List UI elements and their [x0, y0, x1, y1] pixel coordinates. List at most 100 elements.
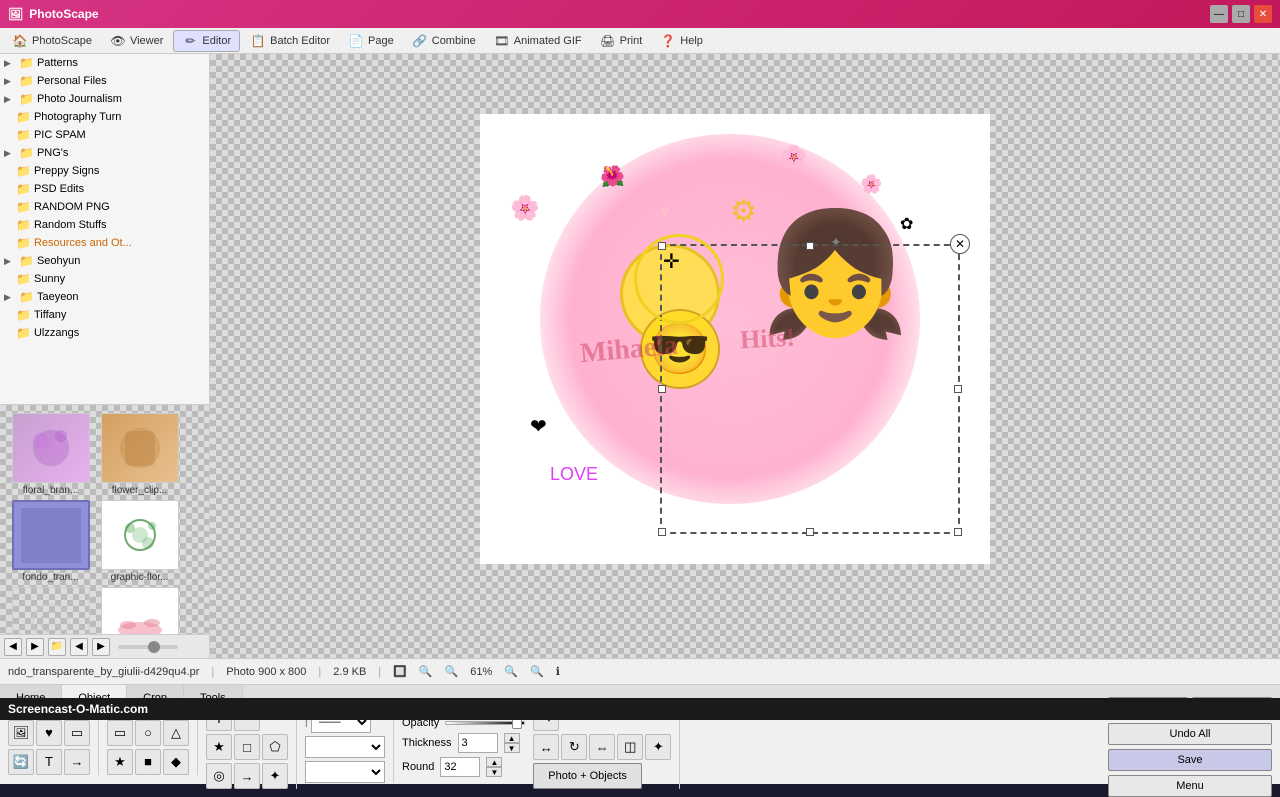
sidebar-item-personal-files[interactable]: ▶ 📁 Personal Files	[0, 72, 209, 90]
sidebar-item-photography-turn[interactable]: 📁 Photography Turn	[0, 108, 209, 126]
close-button[interactable]: ✕	[1254, 5, 1272, 23]
sidebar-item-preppy-signs[interactable]: 📁 Preppy Signs	[0, 162, 209, 180]
sidebar-item-resources[interactable]: 📁 Resources and Ot...	[0, 234, 209, 252]
round-down-btn[interactable]: ▼	[486, 767, 502, 777]
star5-btn[interactable]: ★	[206, 734, 232, 760]
sidebar-item-taeyeon[interactable]: ▶ 📁 Taeyeon	[0, 288, 209, 306]
text-tool-btn[interactable]: T	[36, 749, 62, 775]
menu-gif[interactable]: 🎞 Animated GIF	[486, 31, 590, 51]
move-tool-btn[interactable]: ↔	[533, 734, 559, 760]
canvas-area[interactable]: 😎 👧 Mihaela Hits! 🌸 🌺 🌸 🌸 ✿ ❤ LOVE ⚙ ♥ ✦	[210, 54, 1280, 658]
menu-print[interactable]: 🖨 Print	[592, 31, 651, 51]
thickness-label: Thickness	[402, 737, 452, 749]
sidebar-item-photo-journalism[interactable]: ▶ 📁 Photo Journalism	[0, 90, 209, 108]
thumb-nav-folder-btn[interactable]: 📁	[48, 638, 66, 656]
sidebar-item-tiffany[interactable]: 📁 Tiffany	[0, 306, 209, 324]
viewer-icon: 👁	[110, 33, 126, 49]
heart-tool-btn[interactable]: ♥	[36, 720, 62, 746]
sidebar-item-random-png[interactable]: 📁 RANDOM PNG	[0, 198, 209, 216]
sidebar-item-ulzzangs[interactable]: 📁 Ulzzangs	[0, 324, 209, 342]
menu-batch[interactable]: 📋 Batch Editor	[242, 31, 338, 51]
status-filename: ndo_transparente_by_giulii-d429qu4.pr	[8, 666, 199, 678]
combine-icon: 🔗	[412, 33, 428, 49]
thumbnail-area: floral_bran... flower_clip...	[0, 404, 209, 634]
thickness-input[interactable]	[458, 733, 498, 753]
circle-btn[interactable]: ○	[135, 720, 161, 746]
shape-tools-group: ▭ ○ △ ★ ■ ◆	[107, 720, 198, 775]
thumbnail-item-kiss[interactable]: kiss_png_b...	[97, 587, 182, 634]
color-picker-2[interactable]	[305, 761, 385, 783]
pentagon-btn[interactable]: ⬠	[262, 734, 288, 760]
round-spinner: ▲ ▼	[486, 757, 502, 777]
star-btn[interactable]: ★	[107, 749, 133, 775]
thumb-nav-arrow-right-btn[interactable]: ▶	[92, 638, 110, 656]
sidebar-item-psd-edits[interactable]: 📁 PSD Edits	[0, 180, 209, 198]
file-tree[interactable]: ▶ 📁 Patterns ▶ 📁 Personal Files ▶ 📁 Phot…	[0, 54, 209, 404]
sidebar-item-seohyun[interactable]: ▶ 📁 Seohyun	[0, 252, 209, 270]
menu-combine[interactable]: 🔗 Combine	[404, 31, 484, 51]
menu-editor[interactable]: ✏ Editor	[173, 30, 240, 52]
color-picker-1[interactable]	[305, 736, 385, 758]
arrow2-btn[interactable]: →	[234, 763, 260, 789]
menu-viewer[interactable]: 👁 Viewer	[102, 31, 171, 51]
rotate-tool-btn[interactable]: ↻	[561, 734, 587, 760]
photo-objects-button[interactable]: Photo + Objects	[533, 763, 642, 789]
menu-button[interactable]: Menu	[1108, 775, 1272, 797]
opacity-group: Opacity Thickness ▲ ▼ Round ▲ ▼	[402, 717, 525, 777]
sidebar-item-pngs[interactable]: ▶ 📁 PNG's	[0, 144, 209, 162]
round-input[interactable]	[440, 757, 480, 777]
menu-bar: 🏠 PhotoScape 👁 Viewer ✏ Editor 📋 Batch E…	[0, 28, 1280, 54]
app-title: PhotoScape	[29, 7, 98, 21]
triangle-btn[interactable]: △	[163, 720, 189, 746]
toolbar-content: 🖼 ♥ ▭ 🔄 T → ▭ ○ △ ★ ■ ◆	[0, 710, 1280, 784]
opacity-slider[interactable]	[445, 721, 525, 725]
menu-photoscope[interactable]: 🏠 PhotoScape	[4, 31, 100, 51]
sidebar-item-sunny[interactable]: 📁 Sunny	[0, 270, 209, 288]
photo-tool-btn[interactable]: 🖼	[8, 720, 34, 746]
circle2-btn[interactable]: ◎	[206, 763, 232, 789]
save-button[interactable]: Save	[1108, 749, 1272, 771]
thumb-nav-prev-btn[interactable]: ◀	[4, 638, 22, 656]
status-photo-size: Photo 900 x 800	[226, 666, 306, 678]
status-bar: ndo_transparente_by_giulii-d429qu4.pr | …	[0, 658, 1280, 684]
maximize-button[interactable]: □	[1232, 5, 1250, 23]
thickness-up-btn[interactable]: ▲	[504, 733, 520, 743]
round-up-btn[interactable]: ▲	[486, 757, 502, 767]
thumb-label-graphic: graphic-flor...	[111, 572, 169, 583]
status-icon-4: 🔍	[504, 665, 518, 678]
sidebar-item-pic-spam[interactable]: 📁 PIC SPAM	[0, 126, 209, 144]
rect-filled-btn[interactable]: ■	[135, 749, 161, 775]
thumb-nav-arrow-left-btn[interactable]: ◀	[70, 638, 88, 656]
thumbnail-item-floral[interactable]: floral_bran...	[8, 413, 93, 496]
rect-outline-btn[interactable]: ▭	[107, 720, 133, 746]
zoom-handle[interactable]	[148, 641, 160, 653]
status-icon-3: 🔍	[445, 665, 459, 678]
thumbnail-item-fondo[interactable]: fondo_tran...	[8, 500, 93, 583]
menu-page[interactable]: 📄 Page	[340, 31, 402, 51]
square2-btn[interactable]: □	[234, 734, 260, 760]
minimize-button[interactable]: —	[1210, 5, 1228, 23]
status-icon-5: 🔍	[530, 665, 544, 678]
app-icon: 🖼	[8, 7, 23, 21]
sidebar-item-random-stuffs[interactable]: 📁 Random Stuffs	[0, 216, 209, 234]
thumb-nav-next-btn[interactable]: ▶	[26, 638, 44, 656]
zoom-slider[interactable]	[118, 645, 178, 649]
effect-tool-btn[interactable]: ✦	[645, 734, 671, 760]
flip-tool-btn[interactable]: ⇔	[589, 734, 615, 760]
shadow-tool-btn[interactable]: ◫	[617, 734, 643, 760]
thumbnail-item-home[interactable]: home_fram...	[8, 587, 93, 634]
sidebar-item-patterns[interactable]: ▶ 📁 Patterns	[0, 54, 209, 72]
arrow-tool-btn[interactable]: →	[64, 749, 90, 775]
undo-all-button[interactable]: Undo All	[1108, 723, 1272, 745]
thickness-down-btn[interactable]: ▼	[504, 743, 520, 753]
window-controls: — □ ✕	[1210, 5, 1272, 23]
diamond-btn[interactable]: ◆	[163, 749, 189, 775]
thumbnail-item-graphic[interactable]: graphic-flor...	[97, 500, 182, 583]
main-layout: ▶ 📁 Patterns ▶ 📁 Personal Files ▶ 📁 Phot…	[0, 54, 1280, 658]
lasso-tool-btn[interactable]: 🔄	[8, 749, 34, 775]
menu-help[interactable]: ❓ Help	[652, 31, 711, 51]
help-icon: ❓	[660, 33, 676, 49]
star3-btn[interactable]: ✦	[262, 763, 288, 789]
rectangle-tool-btn[interactable]: ▭	[64, 720, 90, 746]
thumbnail-item-flower[interactable]: flower_clip...	[97, 413, 182, 496]
